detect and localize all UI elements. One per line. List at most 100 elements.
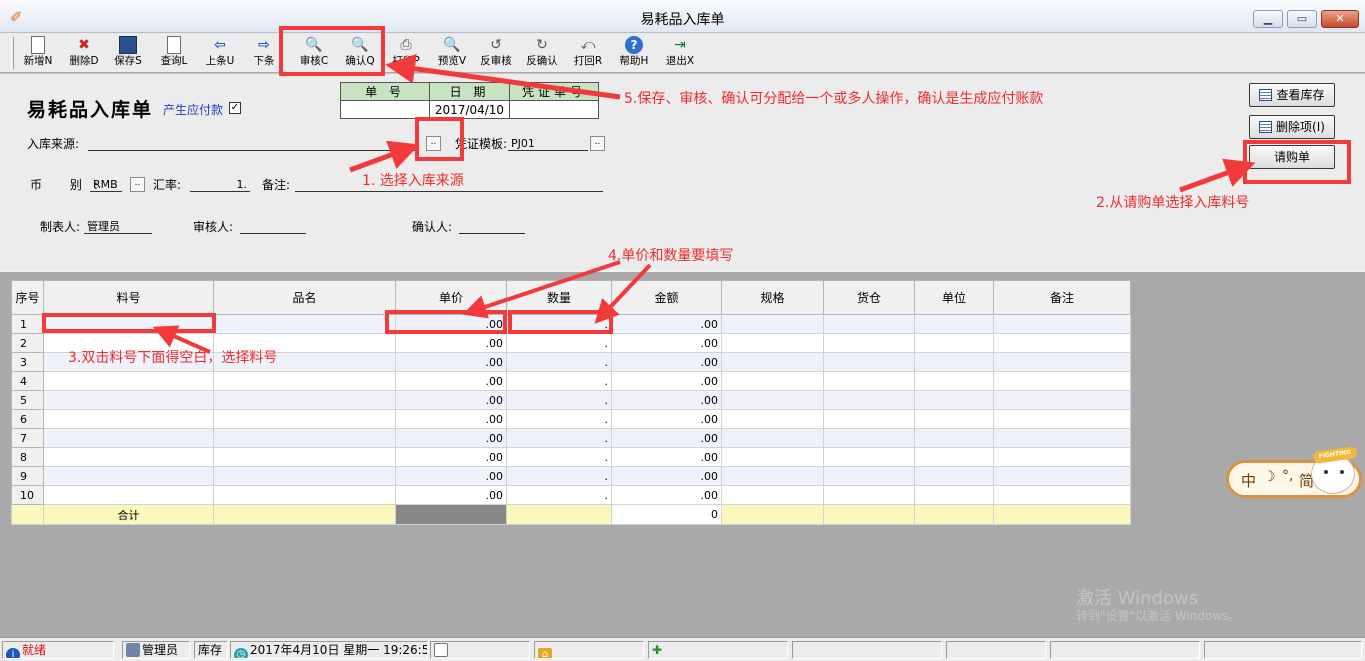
toolbar-button-4[interactable]: ⇦ 上条U (198, 36, 242, 72)
toolbar-button-0[interactable]: 新增N (16, 36, 60, 72)
doc-number-field[interactable] (340, 100, 430, 119)
column-header[interactable]: 金额 (611, 280, 722, 315)
amount-cell[interactable]: .00 (611, 485, 722, 505)
toolbar-button-12[interactable]: ⤺ 打回R (566, 36, 610, 72)
unit-cell[interactable] (914, 428, 994, 448)
voucher-number-field[interactable] (509, 100, 599, 119)
remark-cell[interactable] (993, 447, 1131, 467)
amount-cell[interactable]: .00 (611, 352, 722, 372)
rate-field[interactable]: 1. (190, 177, 250, 192)
price-cell[interactable]: .00 (395, 447, 507, 467)
qty-cell[interactable]: . (506, 333, 612, 353)
unit-cell[interactable] (914, 333, 994, 353)
remark-cell[interactable] (993, 371, 1131, 391)
qty-cell[interactable]: . (506, 447, 612, 467)
table-row[interactable]: 10 .00. .00 (11, 485, 1131, 505)
column-header[interactable]: 品名 (213, 280, 396, 315)
spec-cell[interactable] (721, 333, 824, 353)
qty-cell[interactable]: . (506, 428, 612, 448)
source-field[interactable] (88, 136, 418, 151)
item-name-cell[interactable] (213, 485, 396, 505)
unit-cell[interactable] (914, 314, 994, 334)
amount-cell[interactable]: .00 (611, 314, 722, 334)
toolbar-button-14[interactable]: ⇥ 退出X (658, 36, 702, 72)
toolbar-button-1[interactable]: ✖ 删除D (62, 36, 106, 72)
row-seq[interactable]: 1 (11, 314, 44, 334)
price-cell[interactable]: .00 (395, 466, 507, 486)
generate-payable-checkbox[interactable]: ✓ (229, 102, 241, 114)
table-row[interactable]: 4 .00. .00 (11, 371, 1131, 391)
item-name-cell[interactable] (213, 409, 396, 429)
unit-cell[interactable] (914, 485, 994, 505)
spec-cell[interactable] (721, 352, 824, 372)
currency-field[interactable]: RMB (90, 177, 122, 192)
warehouse-cell[interactable] (823, 447, 915, 467)
amount-cell[interactable]: .00 (611, 333, 722, 353)
item-number-cell[interactable] (43, 466, 214, 486)
table-row[interactable]: 9 .00. .00 (11, 466, 1131, 486)
price-cell[interactable]: .00 (395, 485, 507, 505)
remark-cell[interactable] (993, 485, 1131, 505)
remark-cell[interactable] (993, 390, 1131, 410)
table-row[interactable]: 8 .00. .00 (11, 447, 1131, 467)
toolbar-button-13[interactable]: ? 帮助H (612, 36, 656, 72)
toolbar-button-9[interactable]: 🔍 预览V (430, 36, 474, 72)
item-number-cell[interactable] (43, 447, 214, 467)
item-name-cell[interactable] (213, 371, 396, 391)
item-number-cell[interactable] (43, 428, 214, 448)
view-stock-button[interactable]: 查看库存 (1249, 83, 1335, 107)
moon-icon[interactable]: ☽ (1263, 469, 1276, 485)
row-seq[interactable]: 8 (11, 447, 44, 467)
amount-cell[interactable]: .00 (611, 466, 722, 486)
row-seq[interactable]: 9 (11, 466, 44, 486)
toolbar-button-2[interactable]: 保存S (106, 36, 150, 72)
status-add[interactable]: ✚ (648, 641, 788, 659)
toolbar-grip[interactable] (11, 37, 14, 69)
column-header[interactable]: 单位 (914, 280, 994, 315)
item-name-cell[interactable] (213, 390, 396, 410)
price-cell[interactable]: .00 (395, 352, 507, 372)
table-row[interactable]: 6 .00. .00 (11, 409, 1131, 429)
spec-cell[interactable] (721, 466, 824, 486)
remark-cell[interactable] (993, 409, 1131, 429)
spec-cell[interactable] (721, 485, 824, 505)
remark-cell[interactable] (993, 428, 1131, 448)
unit-cell[interactable] (914, 352, 994, 372)
qty-cell[interactable]: . (506, 352, 612, 372)
price-cell[interactable]: .00 (395, 409, 507, 429)
unit-cell[interactable] (914, 466, 994, 486)
price-cell[interactable]: .00 (395, 371, 507, 391)
toolbar-button-8[interactable]: ⎙ 打印P (384, 36, 428, 72)
row-seq[interactable]: 7 (11, 428, 44, 448)
remark-cell[interactable] (993, 352, 1131, 372)
toolbar-button-10[interactable]: ↺ 反审核 (474, 36, 518, 72)
item-name-cell[interactable] (213, 314, 396, 334)
maximize-button[interactable]: ▭ (1287, 10, 1317, 28)
maker-field[interactable]: 管理员 (84, 219, 152, 234)
item-name-cell[interactable] (213, 447, 396, 467)
column-header[interactable]: 备注 (993, 280, 1131, 315)
minimize-button[interactable]: ▁ (1253, 10, 1283, 28)
qty-cell[interactable]: . (506, 390, 612, 410)
close-button[interactable]: ✕ (1321, 10, 1359, 28)
ime-punct-toggle[interactable]: °, (1282, 468, 1293, 484)
row-seq[interactable]: 3 (11, 352, 44, 372)
amount-cell[interactable]: .00 (611, 409, 722, 429)
warehouse-cell[interactable] (823, 466, 915, 486)
currency-picker-button[interactable]: .. (130, 177, 145, 192)
row-seq[interactable]: 4 (11, 371, 44, 391)
warehouse-cell[interactable] (823, 409, 915, 429)
item-number-cell[interactable] (43, 409, 214, 429)
item-name-cell[interactable] (213, 428, 396, 448)
remark-cell[interactable] (993, 333, 1131, 353)
voucher-template-field[interactable]: PJ01 (508, 136, 588, 151)
toolbar-button-11[interactable]: ↻ 反确认 (520, 36, 564, 72)
auditor-field[interactable] (240, 219, 306, 234)
qty-cell[interactable]: . (506, 409, 612, 429)
warehouse-cell[interactable] (823, 390, 915, 410)
amount-cell[interactable]: .00 (611, 428, 722, 448)
row-seq[interactable]: 5 (11, 390, 44, 410)
qty-cell[interactable]: . (506, 466, 612, 486)
spec-cell[interactable] (721, 390, 824, 410)
status-home[interactable]: ⌂ (534, 641, 644, 659)
